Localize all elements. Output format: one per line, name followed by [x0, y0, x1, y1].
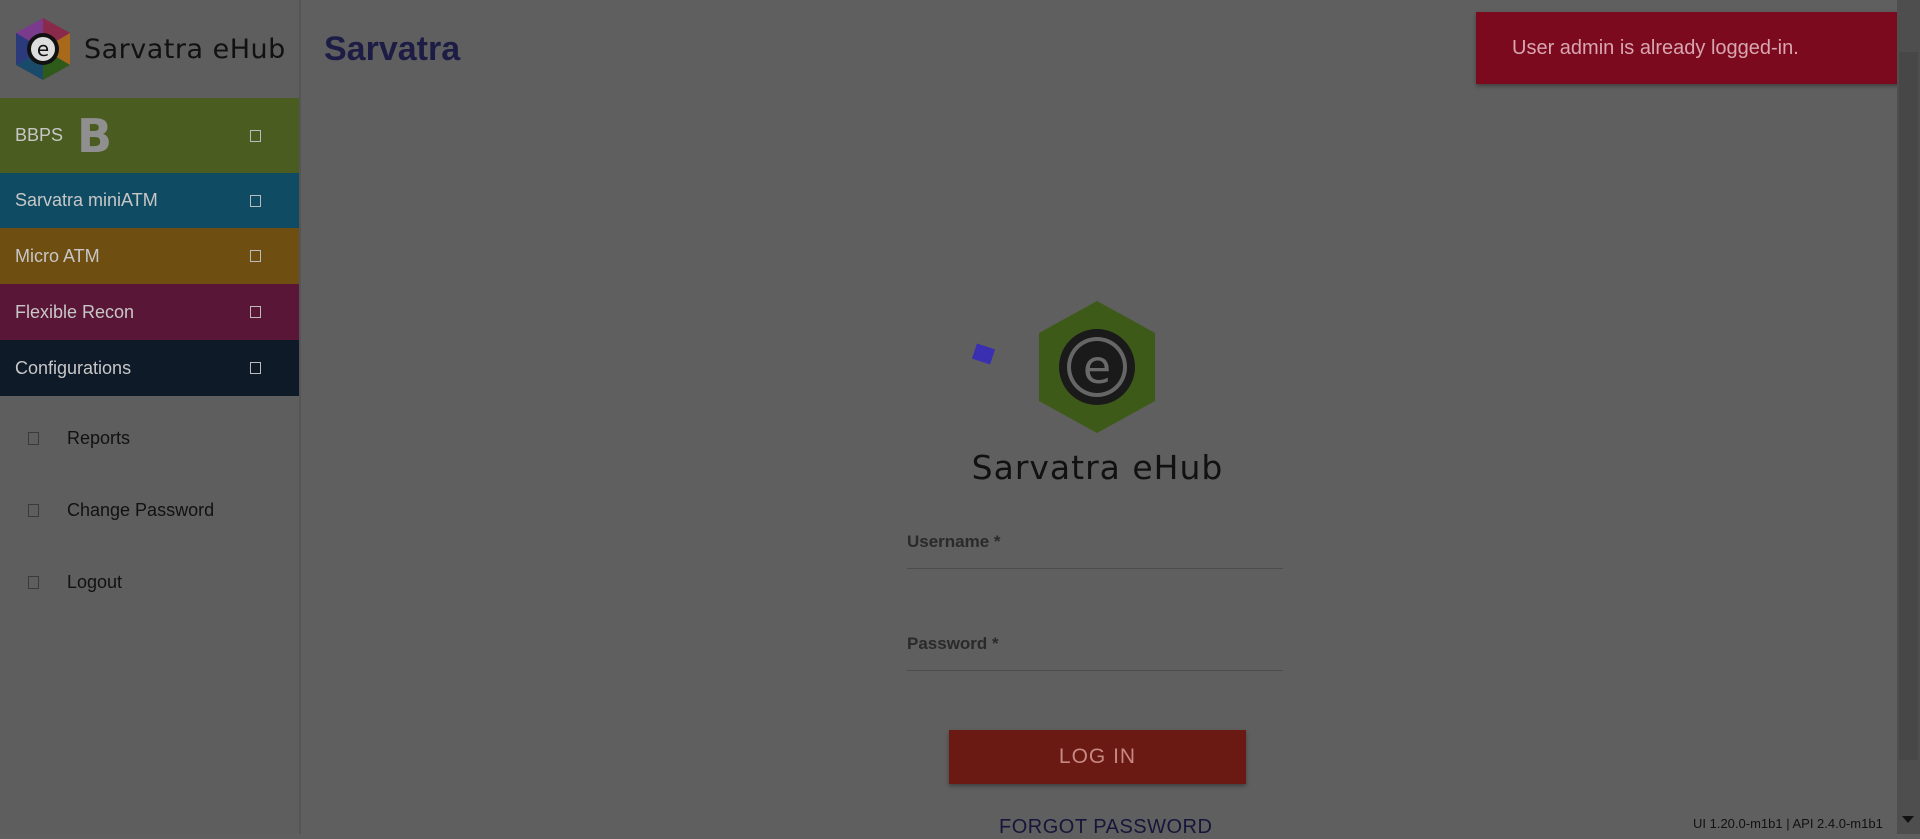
expand-icon: [250, 306, 261, 318]
menu-item-flexible-recon[interactable]: Flexible Recon: [0, 284, 299, 340]
menu-item-bbps[interactable]: BBPS B: [0, 98, 299, 173]
brand-name: Sarvatra eHub: [84, 33, 286, 65]
scrollbar-thumb[interactable]: [1899, 52, 1918, 760]
scroll-down-arrow-icon[interactable]: [1902, 816, 1914, 823]
reports-icon: [28, 431, 39, 445]
ehub-hexagon-logo-icon: e: [1039, 301, 1155, 433]
loading-spinner-icon: [971, 343, 996, 365]
sidebar: e Sarvatra eHub BBPS B Sarvatra miniATM …: [0, 0, 301, 834]
expand-icon: [250, 129, 261, 142]
error-toast[interactable]: User admin is already logged-in.: [1476, 12, 1908, 84]
password-label: Password *: [907, 634, 999, 653]
toast-message: User admin is already logged-in.: [1512, 36, 1799, 59]
forgot-password-link[interactable]: FORGOT PASSWORD: [999, 816, 1212, 839]
menu-item-configurations[interactable]: Configurations: [0, 340, 299, 396]
menu-item-miniatm[interactable]: Sarvatra miniATM: [0, 173, 299, 228]
username-label: Username *: [907, 532, 1001, 551]
login-button[interactable]: LOG IN: [949, 730, 1246, 784]
sidebar-link-change-password[interactable]: Change Password: [0, 474, 299, 546]
menu-item-label: Flexible Recon: [15, 301, 135, 322]
sidebar-link-label: Reports: [67, 427, 131, 448]
sidebar-link-logout[interactable]: Logout: [0, 546, 299, 618]
page-title: Sarvatra: [324, 30, 461, 68]
menu-item-microatm[interactable]: Micro ATM: [0, 228, 299, 284]
bbps-logo-icon: B: [77, 108, 113, 163]
sidebar-link-reports[interactable]: Reports: [0, 402, 299, 474]
password-field[interactable]: Password *: [907, 634, 1283, 671]
menu-item-label: Sarvatra miniATM: [15, 190, 158, 210]
expand-icon: [250, 362, 261, 374]
menu-item-label: Configurations: [15, 357, 132, 378]
svg-text:e: e: [1083, 340, 1111, 394]
svg-text:e: e: [37, 37, 49, 61]
sidebar-link-label: Logout: [67, 571, 123, 592]
menu-item-label: BBPS: [15, 125, 64, 145]
expand-icon: [250, 250, 261, 262]
menu-item-label: Micro ATM: [15, 245, 100, 266]
version-info: UI 1.20.0-m1b1 | API 2.4.0-m1b1: [1693, 816, 1883, 831]
login-app-name: Sarvatra eHub: [971, 448, 1224, 487]
logout-icon: [28, 575, 39, 589]
ehub-logo-icon: e: [16, 18, 70, 80]
brand-header[interactable]: e Sarvatra eHub: [0, 0, 299, 98]
key-icon: [28, 503, 39, 517]
expand-icon: [250, 194, 261, 207]
sidebar-link-label: Change Password: [67, 499, 215, 520]
username-field[interactable]: Username *: [907, 532, 1283, 569]
